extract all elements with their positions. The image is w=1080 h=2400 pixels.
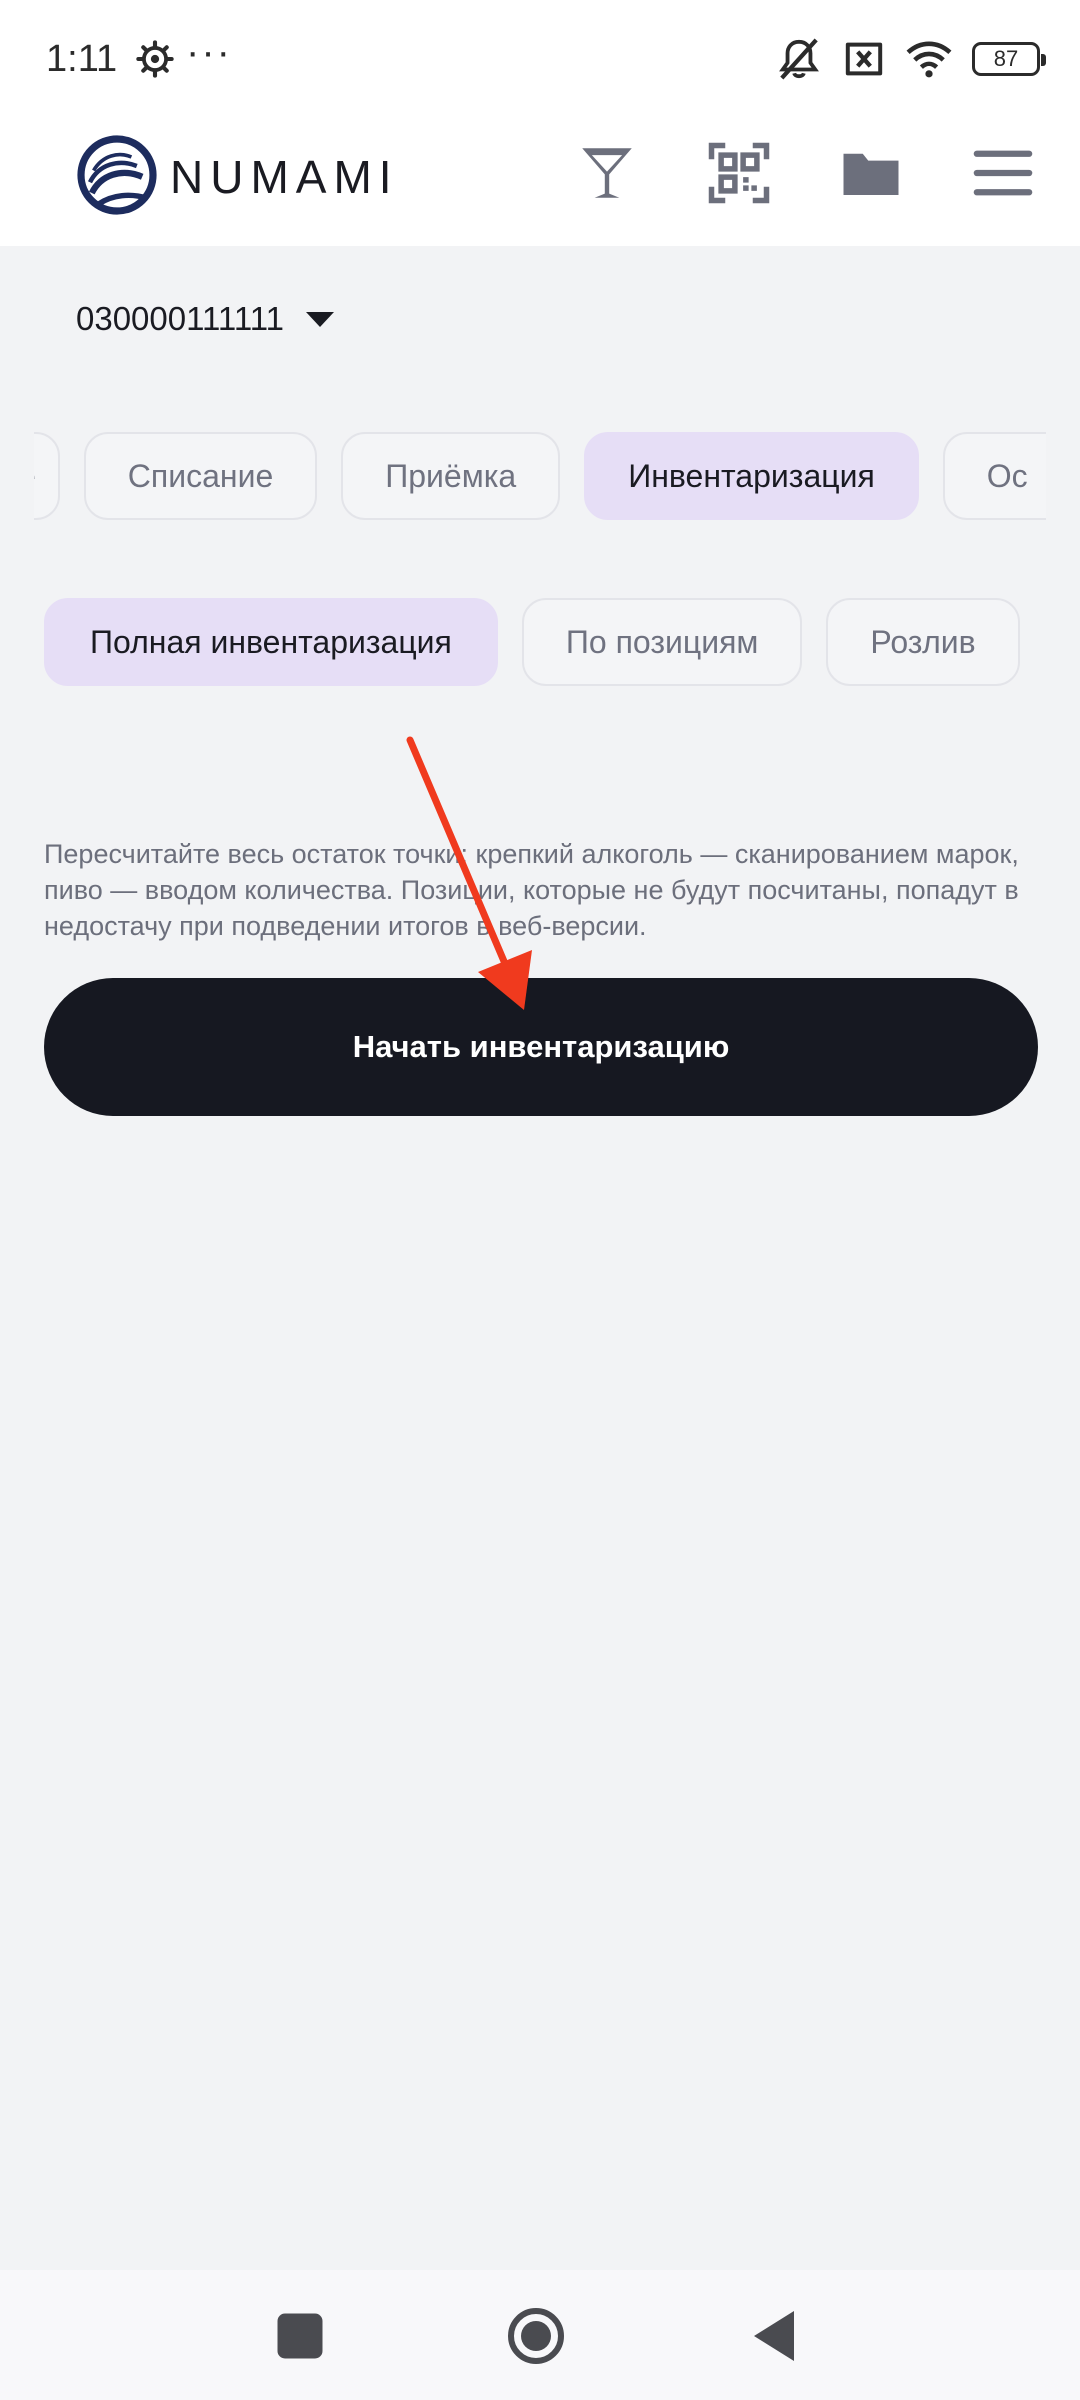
tab-label: Приёмка	[385, 457, 517, 494]
numami-logo	[77, 135, 157, 215]
start-inventory-button[interactable]: Начать инвентаризацию	[44, 978, 1038, 1116]
tab-receiving[interactable]: Приёмка	[341, 432, 561, 520]
menu-icon[interactable]	[970, 140, 1036, 206]
back-icon[interactable]	[744, 2306, 804, 2366]
terminal-id: 030000111111	[76, 300, 284, 337]
logo-text: NUMAMI	[170, 151, 399, 203]
settings-icon	[136, 40, 174, 78]
status-bar: 1:11 ··· 87	[0, 0, 1080, 120]
tab-balances[interactable]: Ос	[942, 432, 1046, 520]
inventory-description: Пересчитайте весь остаток точки: крепкий…	[44, 839, 1019, 941]
app-header: NUMAMI	[0, 120, 1080, 246]
qr-code-icon[interactable]	[706, 140, 772, 206]
battery-level: 87	[993, 46, 1019, 71]
more-notifications: ···	[186, 30, 232, 74]
subtab-by-positions[interactable]: По позициям	[521, 598, 803, 686]
sim-off-icon	[845, 42, 883, 76]
tab-partial[interactable]: е	[34, 432, 60, 520]
battery-icon: 87	[972, 42, 1046, 76]
inventory-mode-tabs: Полная инвентаризация По позициям Розлив	[44, 598, 1020, 686]
subtab-label: Полная инвентаризация	[90, 623, 452, 660]
status-time: 1:11	[46, 38, 118, 80]
home-icon[interactable]	[506, 2306, 566, 2366]
tab-label: е	[34, 458, 36, 495]
tab-label: Ос	[986, 457, 1028, 494]
glass-icon[interactable]	[574, 140, 640, 206]
chevron-down-icon	[306, 311, 334, 327]
subtab-label: Розлив	[870, 623, 976, 660]
subtab-pouring[interactable]: Розлив	[826, 598, 1020, 686]
folder-icon[interactable]	[838, 140, 904, 206]
tab-label: Списание	[127, 457, 274, 494]
start-inventory-label: Начать инвентаризацию	[352, 1029, 730, 1064]
wifi-icon	[906, 41, 952, 78]
recents-icon[interactable]	[270, 2306, 330, 2366]
subtab-full-inventory[interactable]: Полная инвентаризация	[44, 598, 498, 686]
mute-icon	[779, 38, 819, 80]
terminal-selector[interactable]: 030000111111	[76, 300, 334, 338]
tab-write-off[interactable]: Списание	[83, 432, 318, 520]
operation-tabs[interactable]: е Списание Приёмка Инвентаризация Ос	[34, 432, 1046, 524]
subtab-label: По позициям	[565, 623, 759, 660]
tab-label: Инвентаризация	[628, 457, 875, 494]
system-nav-bar	[0, 2270, 1080, 2400]
tab-inventory[interactable]: Инвентаризация	[584, 432, 919, 520]
